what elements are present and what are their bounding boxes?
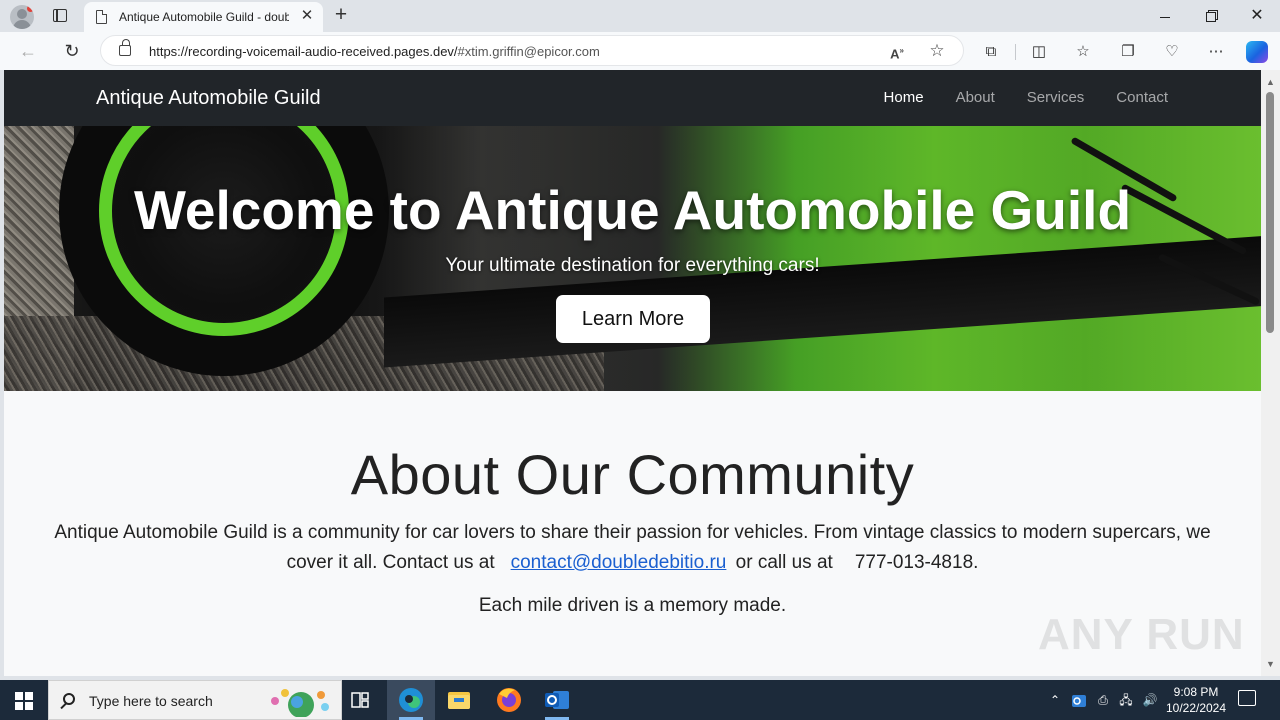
hero-subtitle: Your ultimate destination for everything… xyxy=(445,255,820,276)
browser-tab-active[interactable]: Antique Automobile Guild - doubl ✕ xyxy=(84,2,323,32)
nav-link-contact[interactable]: Contact xyxy=(1100,89,1184,106)
tray-device-icon[interactable]: ⎙ xyxy=(1094,680,1112,720)
about-heading: About Our Community xyxy=(350,443,915,506)
search-highlight-icon xyxy=(271,689,329,717)
back-button[interactable]: ← xyxy=(15,38,41,64)
contact-phone: 777-013-4818 xyxy=(854,552,974,573)
tab-close-icon[interactable]: ✕ xyxy=(298,7,316,25)
learn-more-button[interactable]: Learn More xyxy=(556,295,710,343)
about-paragraph: Antique Automobile Guild is a community … xyxy=(44,518,1221,578)
page-viewport: Antique Automobile Guild Home About Serv… xyxy=(4,70,1261,676)
volume-icon[interactable]: 🔊 xyxy=(1140,680,1160,720)
browser-titlebar: Antique Automobile Guild - doubl ✕ + ✕ xyxy=(0,0,1280,32)
taskbar-clock[interactable]: 9:08 PM 10/22/2024 xyxy=(1160,684,1232,716)
start-button[interactable] xyxy=(0,680,48,720)
clock-time: 9:08 PM xyxy=(1173,685,1219,699)
favorites-icon[interactable]: ☆ xyxy=(1072,41,1094,63)
page-scrollbar[interactable]: ▲ ▼ xyxy=(1261,70,1280,676)
task-view-icon[interactable] xyxy=(336,680,384,720)
scroll-down-arrow-icon[interactable]: ▼ xyxy=(1261,656,1280,672)
site-nav-links: Home About Services Contact xyxy=(868,89,1184,106)
about-text-call: or call us at xyxy=(735,552,833,573)
firefox-icon[interactable] xyxy=(485,680,533,720)
outlook-icon[interactable] xyxy=(533,680,581,720)
window-minimize-button[interactable] xyxy=(1142,0,1188,32)
hero-title: Welcome to Antique Automobile Guild xyxy=(133,179,1132,241)
lock-icon[interactable] xyxy=(119,39,131,56)
anyrun-watermark: ANY RUN xyxy=(1038,610,1245,659)
nav-link-about[interactable]: About xyxy=(940,89,1011,106)
address-bar[interactable]: https://recording-voicemail-audio-receiv… xyxy=(100,35,964,66)
taskbar-search[interactable]: Type here to search xyxy=(48,680,342,720)
toolbar-divider xyxy=(1015,44,1016,60)
extensions-icon[interactable]: ⧉ xyxy=(980,41,1002,63)
tab-actions-icon[interactable] xyxy=(50,7,70,25)
page-icon xyxy=(96,10,107,24)
read-aloud-icon[interactable]: A» xyxy=(887,41,907,61)
more-options-icon[interactable]: ⋯ xyxy=(1205,41,1227,63)
profile-avatar-icon[interactable] xyxy=(10,5,34,29)
notification-center-icon[interactable] xyxy=(1238,690,1256,706)
nav-link-home[interactable]: Home xyxy=(868,89,940,106)
site-navbar: Antique Automobile Guild Home About Serv… xyxy=(4,70,1261,126)
favorite-star-icon[interactable]: ☆ xyxy=(927,41,947,61)
site-brand[interactable]: Antique Automobile Guild xyxy=(96,87,321,110)
url-host: https://recording-voicemail-audio-receiv… xyxy=(149,44,458,59)
window-close-button[interactable]: ✕ xyxy=(1234,0,1280,32)
new-tab-button[interactable]: + xyxy=(330,4,352,26)
about-text-end: . xyxy=(973,552,979,573)
nav-link-services[interactable]: Services xyxy=(1011,89,1101,106)
reload-button[interactable]: ↻ xyxy=(59,38,85,64)
search-icon xyxy=(63,693,75,705)
hero-banner: Welcome to Antique Automobile Guild Your… xyxy=(4,126,1261,391)
tab-title: Antique Automobile Guild - doubl xyxy=(119,10,289,24)
browser-toolbar: ← ↻ https://recording-voicemail-audio-re… xyxy=(0,32,1280,70)
scroll-thumb[interactable] xyxy=(1266,92,1274,333)
windows-taskbar: Type here to search ⌃ ⎙ 🖧 🔊 9:08 PM 10/2… xyxy=(0,680,1280,720)
url-text[interactable]: https://recording-voicemail-audio-receiv… xyxy=(149,44,600,59)
search-placeholder: Type here to search xyxy=(89,693,213,709)
contact-email-link[interactable]: contact@doubledebitio.ru xyxy=(511,552,727,573)
url-fragment: #xtim.griffin@epicor.com xyxy=(457,44,600,59)
edge-taskbar-icon[interactable] xyxy=(387,680,435,720)
tray-overflow-icon[interactable]: ⌃ xyxy=(1046,680,1064,720)
clock-date: 10/22/2024 xyxy=(1165,701,1227,715)
network-icon[interactable]: 🖧 xyxy=(1117,680,1135,720)
tray-outlook-icon[interactable] xyxy=(1070,680,1088,720)
collections-icon[interactable]: ❐ xyxy=(1117,41,1139,63)
copilot-icon[interactable] xyxy=(1246,41,1268,63)
file-explorer-icon[interactable] xyxy=(435,680,483,720)
window-restore-button[interactable] xyxy=(1188,0,1234,32)
split-screen-icon[interactable]: ◫ xyxy=(1028,41,1050,63)
browser-essentials-icon[interactable]: ♡ xyxy=(1161,41,1183,63)
scroll-up-arrow-icon[interactable]: ▲ xyxy=(1261,74,1280,90)
